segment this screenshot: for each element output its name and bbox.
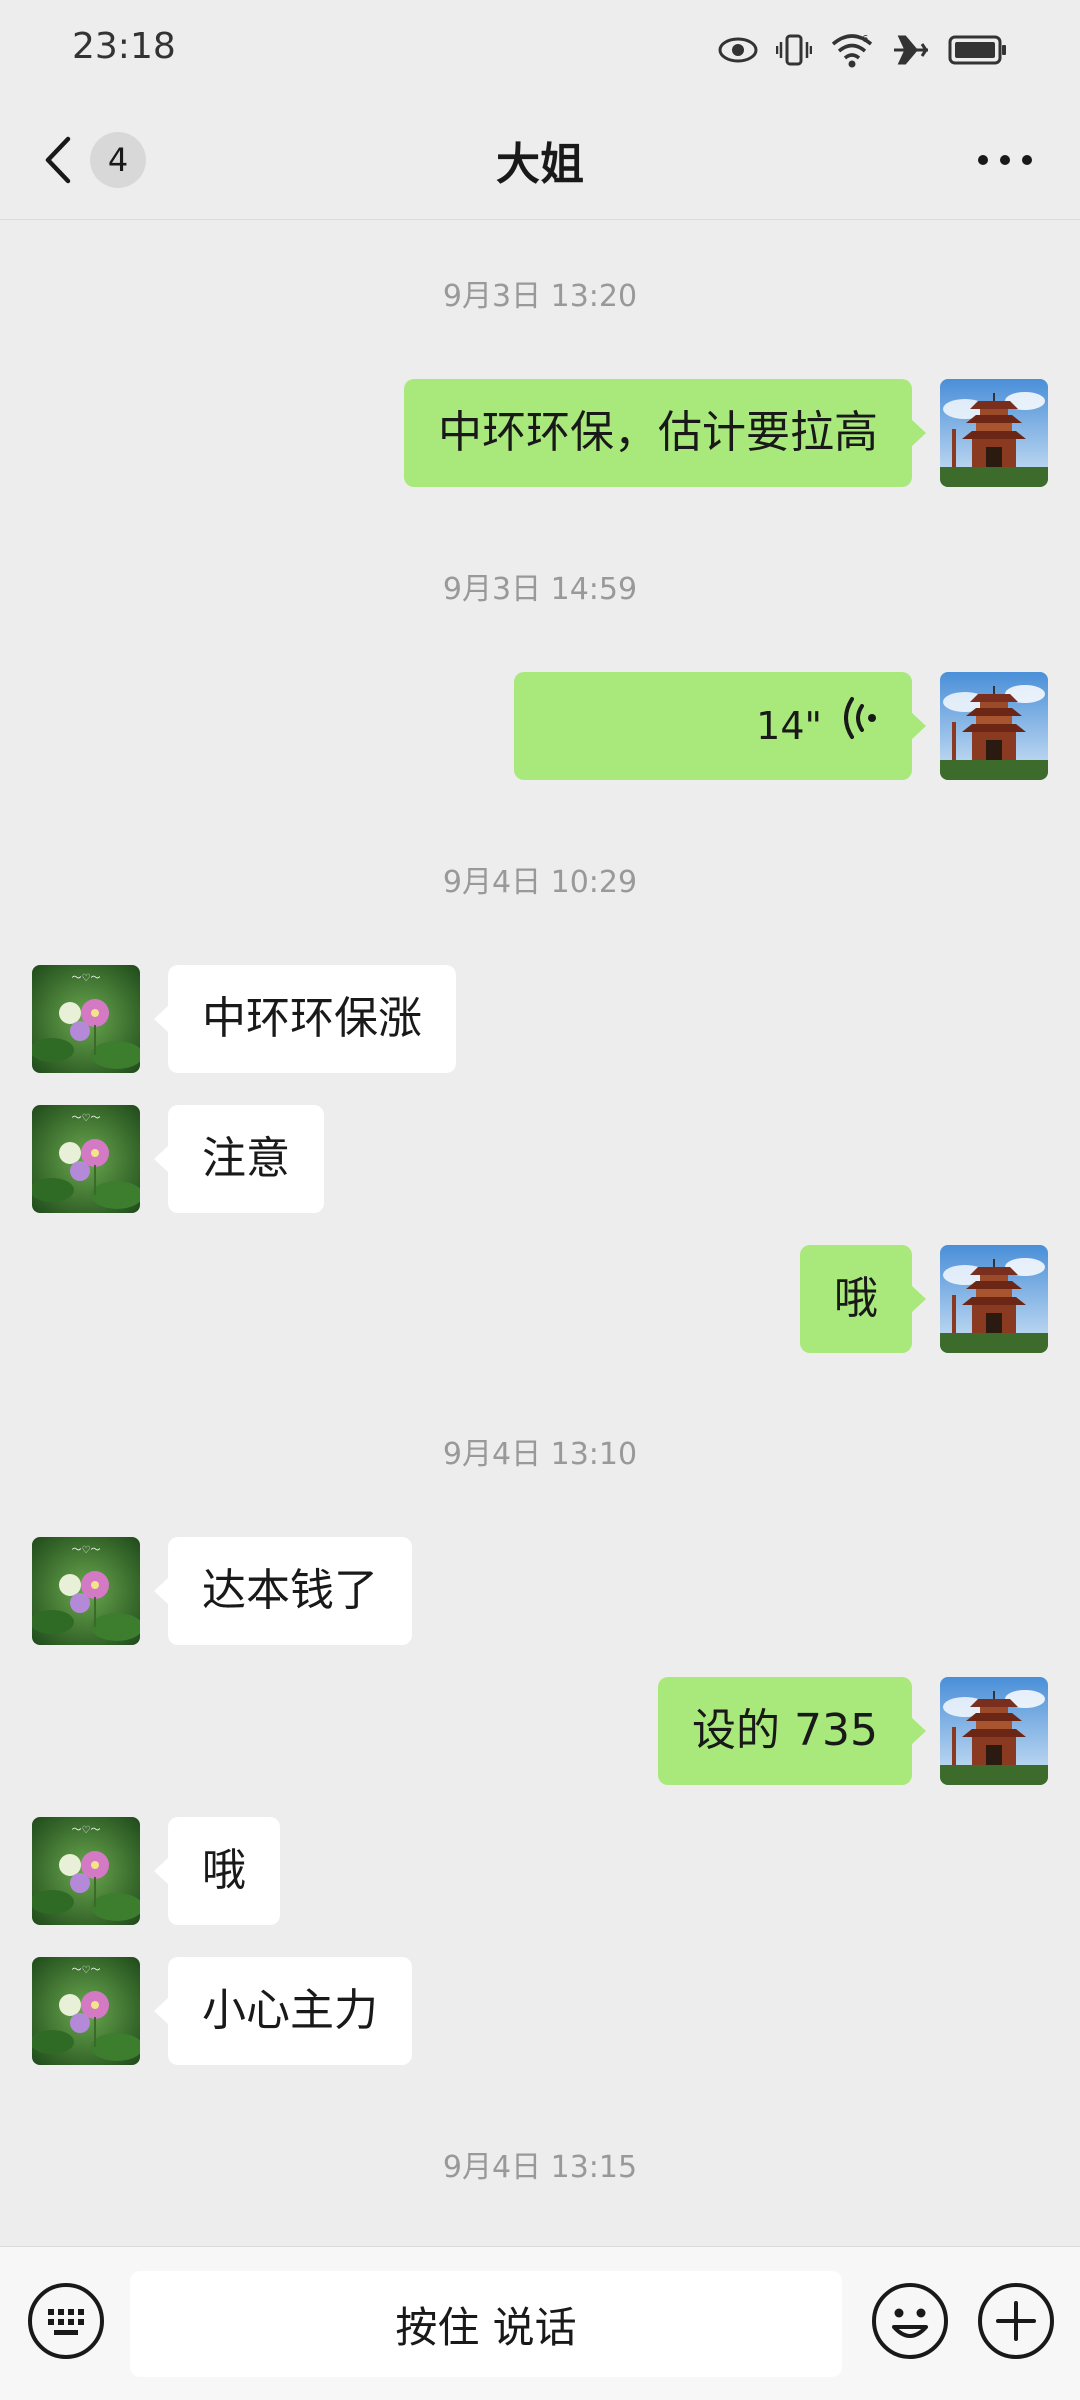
- hold-to-talk-button[interactable]: 按住 说话: [130, 2271, 842, 2377]
- message-bubble-self[interactable]: 设的 735: [658, 1677, 926, 1785]
- self-avatar[interactable]: [940, 672, 1048, 780]
- airplane-icon: [892, 33, 930, 67]
- self-avatar[interactable]: [940, 379, 1048, 487]
- svg-text:6: 6: [862, 34, 868, 45]
- more-button[interactable]: [970, 136, 1040, 184]
- contact-avatar[interactable]: [32, 1537, 140, 1645]
- keyboard-icon: [26, 2281, 106, 2361]
- wifi-icon: 6: [830, 32, 874, 68]
- page-title: 大姐: [496, 139, 584, 190]
- contact-avatar[interactable]: [32, 1817, 140, 1925]
- message-bubble-other[interactable]: 注意: [154, 1105, 324, 1213]
- message-bubble-other[interactable]: 中环环保涨: [154, 965, 456, 1073]
- voice-wave-icon: [844, 672, 878, 780]
- emoji-icon: [870, 2281, 950, 2361]
- message-bubble-self[interactable]: 中环环保，估计要拉高: [404, 379, 926, 487]
- message-bubble-self[interactable]: 哦: [800, 1245, 926, 1353]
- emoji-button[interactable]: [870, 2281, 950, 2361]
- chat-header: 4 大姐: [0, 100, 1080, 220]
- more-icon: [975, 151, 1035, 170]
- contact-avatar[interactable]: [32, 1957, 140, 2065]
- voice-message-bubble[interactable]: 14": [514, 672, 926, 780]
- input-bar: 按住 说话: [0, 2246, 1080, 2400]
- status-icons: 6: [718, 28, 1008, 72]
- contact-avatar[interactable]: [32, 965, 140, 1073]
- self-avatar[interactable]: [940, 1245, 1048, 1353]
- voice-duration: 14": [756, 704, 822, 748]
- message-timestamp: 9月4日 13:15: [442, 2150, 638, 2185]
- message-bubble-other[interactable]: 哦: [154, 1817, 280, 1925]
- self-avatar[interactable]: [940, 1677, 1048, 1785]
- status-time: 23:18: [72, 26, 176, 67]
- status-bar: 23:18 6: [0, 0, 1080, 100]
- battery-icon: [948, 34, 1008, 66]
- contact-avatar[interactable]: [32, 1105, 140, 1213]
- eye-icon: [718, 36, 758, 64]
- message-timestamp: 9月4日 10:29: [442, 865, 638, 900]
- message-timestamp: 9月4日 13:10: [442, 1437, 638, 1472]
- message-bubble-other[interactable]: 达本钱了: [154, 1537, 412, 1645]
- message-timestamp: 9月3日 14:59: [442, 572, 638, 607]
- message-timestamp: 9月3日 13:20: [442, 279, 638, 314]
- vibrate-icon: [776, 32, 812, 68]
- chat-message-list[interactable]: 9月3日 13:20 中环环保，估计要拉高 9月3日 14:59 14" 9月4…: [0, 221, 1080, 2245]
- keyboard-toggle-button[interactable]: [26, 2281, 106, 2361]
- more-functions-button[interactable]: [976, 2281, 1056, 2361]
- plus-icon: [976, 2281, 1056, 2361]
- message-bubble-other[interactable]: 小心主力: [154, 1957, 412, 2065]
